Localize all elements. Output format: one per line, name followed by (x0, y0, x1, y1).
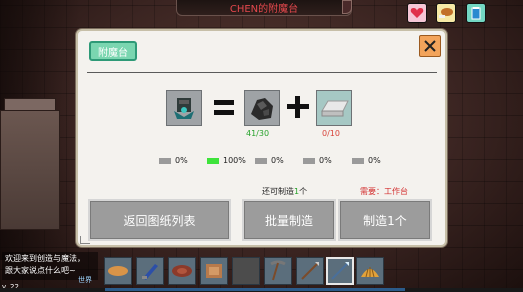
plus-sign (285, 94, 311, 120)
water-icon[interactable] (466, 3, 486, 23)
chat-line: 欢迎来到创造与魔法， (5, 254, 85, 263)
result-item-slot[interactable] (166, 90, 202, 126)
hotbar-slot-5[interactable] (232, 257, 260, 285)
meat-icon (172, 265, 192, 277)
stone-pillar (0, 110, 60, 230)
level-chip (255, 157, 267, 164)
chat-channel-tag[interactable]: 世界 (78, 275, 92, 285)
experience-bar-fill (105, 288, 405, 291)
probability-level-5: 0% (352, 156, 381, 165)
probability-level-4: 0% (303, 156, 332, 165)
probability-level-3: 0% (255, 156, 284, 165)
probability-value: 0% (319, 156, 332, 165)
heart-icon[interactable] (407, 3, 427, 23)
craft-one-button[interactable]: 制造1个 (338, 199, 432, 241)
equals-sign (211, 91, 239, 121)
bread-icon (108, 266, 128, 276)
spear-icon (301, 262, 319, 280)
tab-enchanting-table[interactable]: 附魔台 (89, 41, 137, 61)
panel-corner-mark (80, 236, 90, 244)
page-title: CHEN的附魔台 (229, 4, 299, 15)
title-bar: CHEN的附魔台 (176, 0, 352, 16)
probability-value: 100% (223, 156, 246, 165)
blue-sword-icon (142, 264, 158, 280)
craftable-suffix: 个 (299, 187, 308, 196)
leather-icon (206, 264, 222, 278)
back-to-blueprints-button[interactable]: 返回图纸列表 (88, 199, 231, 241)
probability-level-1: 0% (159, 156, 188, 165)
hotbar-slot-3[interactable] (168, 257, 196, 285)
coal-count: 41/30 (246, 129, 270, 138)
probability-level-2: 100% (207, 156, 246, 165)
hotbar-slot-9[interactable] (356, 257, 384, 285)
enchanted-armor-icon (174, 98, 194, 119)
requirement-text: 需要：工作台 (360, 187, 408, 196)
probability-value: 0% (271, 156, 284, 165)
shell-icon (361, 267, 379, 278)
probability-value: 0% (368, 156, 381, 165)
coal-ore-icon (251, 98, 273, 120)
craftable-prefix: 还可制造 (262, 187, 294, 196)
iron-ingot-icon (321, 100, 349, 117)
level-chip (352, 157, 364, 164)
hotbar-slot-6[interactable] (264, 257, 292, 285)
level-chip (303, 157, 315, 164)
food-icon[interactable] (436, 3, 456, 23)
level-chip (159, 157, 171, 164)
ingredient-slot-coal[interactable] (244, 90, 280, 126)
hotbar-slot-1[interactable] (104, 257, 132, 285)
hotbar-slot-7[interactable] (296, 257, 324, 285)
close-button[interactable] (419, 35, 441, 57)
ingredient-slot-iron[interactable] (316, 90, 352, 126)
hotbar-slot-8[interactable] (326, 257, 354, 285)
hotbar-slot-4[interactable] (200, 257, 228, 285)
experience-bar (0, 288, 523, 292)
iron-count: 0/10 (322, 129, 340, 138)
hotbar-slot-2[interactable] (136, 257, 164, 285)
title-cap-right (342, 0, 352, 14)
pickaxe-icon (270, 260, 286, 281)
batch-craft-button[interactable]: 批量制造 (242, 199, 336, 241)
panel-divider (87, 72, 437, 73)
close-icon (424, 40, 436, 52)
craftable-count-text: 还可制造1个 (262, 186, 307, 197)
level-chip-active (207, 157, 219, 164)
blue-spear-icon (331, 262, 349, 280)
probability-value: 0% (175, 156, 188, 165)
